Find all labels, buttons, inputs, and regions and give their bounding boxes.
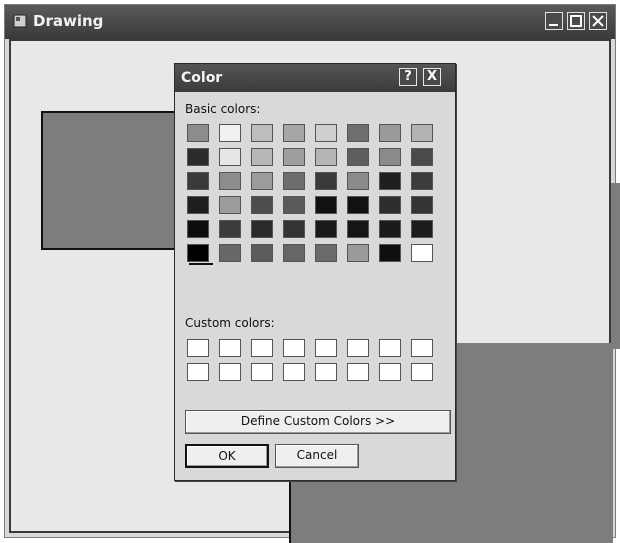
basic-color-swatch[interactable] [315, 148, 337, 166]
basic-color-swatch[interactable] [219, 172, 241, 190]
custom-color-swatch[interactable] [347, 339, 369, 357]
basic-colors-label: Basic colors: [185, 102, 261, 116]
basic-color-swatch[interactable] [219, 244, 241, 262]
basic-color-swatch[interactable] [411, 244, 433, 262]
basic-color-swatch[interactable] [379, 172, 401, 190]
custom-color-swatch[interactable] [411, 363, 433, 381]
maximize-icon [570, 15, 582, 27]
basic-color-swatch[interactable] [251, 172, 273, 190]
close-button[interactable] [589, 12, 607, 30]
basic-color-swatch[interactable] [379, 220, 401, 238]
basic-color-swatch[interactable] [315, 124, 337, 142]
basic-color-swatch[interactable] [347, 244, 369, 262]
basic-color-swatch[interactable] [187, 244, 209, 262]
selected-swatch-indicator [189, 263, 213, 269]
minimize-button[interactable] [545, 12, 563, 30]
basic-color-swatch[interactable] [315, 172, 337, 190]
close-icon [592, 15, 604, 27]
basic-color-swatch[interactable] [251, 124, 273, 142]
basic-color-swatch[interactable] [315, 196, 337, 214]
basic-color-swatch[interactable] [347, 124, 369, 142]
basic-color-swatch[interactable] [411, 148, 433, 166]
app-icon [13, 14, 27, 28]
basic-color-swatch[interactable] [347, 172, 369, 190]
custom-color-swatch[interactable] [251, 339, 273, 357]
basic-color-swatch[interactable] [283, 172, 305, 190]
basic-color-swatch[interactable] [219, 148, 241, 166]
custom-color-swatch[interactable] [187, 363, 209, 381]
basic-color-swatch[interactable] [379, 244, 401, 262]
color-dialog: Color ? X Basic colors: Custom colors: D… [174, 63, 456, 481]
basic-color-swatch[interactable] [283, 196, 305, 214]
custom-color-swatch[interactable] [315, 363, 337, 381]
close-icon: X [426, 69, 438, 84]
basic-color-swatch[interactable] [251, 148, 273, 166]
dialog-titlebar[interactable]: Color ? X [175, 64, 455, 92]
basic-color-swatch[interactable] [411, 124, 433, 142]
help-button[interactable]: ? [399, 68, 417, 86]
custom-color-swatch[interactable] [379, 339, 401, 357]
custom-color-swatch[interactable] [347, 363, 369, 381]
basic-color-swatch[interactable] [187, 196, 209, 214]
dialog-close-button[interactable]: X [423, 68, 441, 86]
basic-color-swatch[interactable] [379, 196, 401, 214]
basic-color-swatch[interactable] [347, 148, 369, 166]
basic-color-swatch[interactable] [347, 220, 369, 238]
basic-color-swatch[interactable] [251, 220, 273, 238]
basic-color-swatch[interactable] [187, 124, 209, 142]
custom-colors-label: Custom colors: [185, 316, 275, 330]
ok-button[interactable]: OK [185, 444, 269, 468]
custom-color-swatch[interactable] [283, 363, 305, 381]
help-icon: ? [404, 69, 412, 84]
basic-color-swatch[interactable] [283, 124, 305, 142]
drawn-rectangle-edge [611, 183, 620, 349]
dialog-title: Color [181, 70, 223, 86]
basic-color-swatch[interactable] [411, 220, 433, 238]
basic-color-swatch[interactable] [283, 244, 305, 262]
basic-color-swatch[interactable] [219, 220, 241, 238]
basic-color-swatch[interactable] [347, 196, 369, 214]
custom-color-swatch[interactable] [251, 363, 273, 381]
basic-color-swatch[interactable] [187, 172, 209, 190]
cancel-button[interactable]: Cancel [275, 444, 359, 468]
window-titlebar[interactable]: Drawing [5, 5, 615, 39]
custom-color-swatch[interactable] [283, 339, 305, 357]
basic-color-swatch[interactable] [411, 196, 433, 214]
basic-color-swatch[interactable] [411, 172, 433, 190]
basic-color-swatch[interactable] [251, 196, 273, 214]
basic-color-swatch[interactable] [283, 220, 305, 238]
basic-color-swatch[interactable] [251, 244, 273, 262]
minimize-icon [549, 24, 558, 26]
custom-color-swatch[interactable] [315, 339, 337, 357]
basic-color-swatch[interactable] [315, 220, 337, 238]
custom-color-swatch[interactable] [219, 339, 241, 357]
basic-color-swatch[interactable] [283, 148, 305, 166]
custom-color-swatch[interactable] [219, 363, 241, 381]
custom-color-swatch[interactable] [411, 339, 433, 357]
basic-color-swatch[interactable] [219, 124, 241, 142]
define-custom-colors-button[interactable]: Define Custom Colors >> [185, 410, 451, 434]
window-title: Drawing [33, 12, 104, 30]
basic-color-swatch[interactable] [379, 124, 401, 142]
custom-color-swatch[interactable] [379, 363, 401, 381]
maximize-button[interactable] [567, 12, 585, 30]
basic-color-swatch[interactable] [379, 148, 401, 166]
basic-color-swatch[interactable] [187, 220, 209, 238]
custom-color-swatch[interactable] [187, 339, 209, 357]
basic-color-swatch[interactable] [219, 196, 241, 214]
basic-color-swatch[interactable] [187, 148, 209, 166]
basic-color-swatch[interactable] [315, 244, 337, 262]
